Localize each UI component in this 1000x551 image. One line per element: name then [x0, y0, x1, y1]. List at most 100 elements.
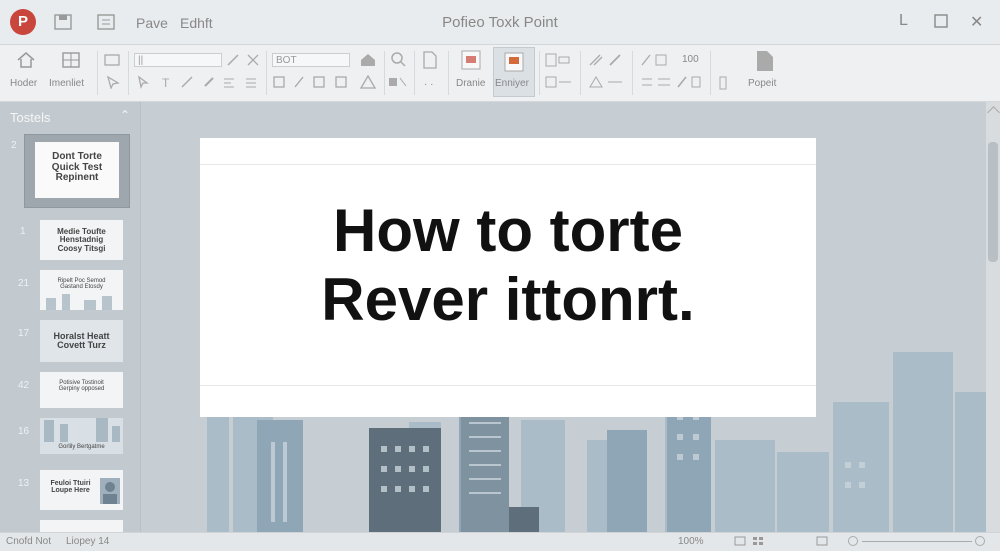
- minimize-button[interactable]: L: [899, 12, 908, 30]
- brush-icon[interactable]: [202, 75, 216, 94]
- underline-icon[interactable]: [312, 75, 326, 94]
- sorter-view-icon[interactable]: [752, 536, 764, 549]
- shapes-icon[interactable]: [545, 75, 573, 94]
- divider: [266, 51, 267, 95]
- chevron-up-icon[interactable]: ⌃: [120, 108, 130, 122]
- arrange-icon[interactable]: [545, 53, 573, 72]
- search-icon[interactable]: [390, 51, 406, 72]
- maximize-button[interactable]: [934, 12, 948, 33]
- thumbnail-text: Feuloi Ttuiri Loupe Here: [50, 480, 91, 495]
- layout-button[interactable]: Enniyer: [493, 47, 535, 97]
- page-icon[interactable]: [423, 51, 437, 74]
- effects-icon[interactable]: [588, 75, 628, 94]
- thumbnail-text: Ripelt Poc Semod Gastand Etosdy: [57, 278, 106, 291]
- grid-icon: [62, 52, 80, 68]
- vertical-scrollbar[interactable]: [986, 102, 1000, 532]
- slide-thumbnail-selected[interactable]: Dont Torte Quick Test Repinent: [24, 134, 130, 208]
- thumbnail-page: Dont Torte Quick Test Repinent: [35, 142, 119, 198]
- slide-info: Liopey 14: [66, 536, 110, 547]
- font-size-select[interactable]: BOT: [272, 53, 350, 67]
- normal-view-icon[interactable]: [734, 536, 746, 549]
- slide-canvas[interactable]: How to torte Rever ittonrt.: [200, 138, 816, 417]
- divider: [710, 51, 711, 95]
- slides-panel: Tostels ⌃ 2 Dont Torte Quick Test Repine…: [0, 102, 141, 532]
- italic-icon[interactable]: [292, 75, 306, 94]
- guide-line: [200, 385, 816, 386]
- slide-thumbnail[interactable]: Medie Toufte Henstadnig Coosy Titsgi: [40, 220, 123, 260]
- new-slide-icon: [461, 50, 481, 70]
- home-label: Hoder: [10, 78, 38, 89]
- spacing-icon[interactable]: [640, 53, 676, 72]
- slide-editor[interactable]: How to torte Rever ittonrt.: [141, 102, 986, 532]
- thumbnail-text: Gorlily Bertgatme: [58, 444, 105, 450]
- list-icon[interactable]: [244, 75, 258, 94]
- paragraph-icon[interactable]: [640, 75, 704, 94]
- guide-line: [200, 164, 816, 165]
- grid-label: Imenliet: [49, 78, 85, 89]
- slide-number: 42: [18, 380, 30, 391]
- align-icon[interactable]: [222, 75, 236, 94]
- house-icon[interactable]: [360, 53, 376, 72]
- layout-icon: [504, 52, 524, 72]
- slide-thumbnail[interactable]: [40, 520, 123, 532]
- fill-icon[interactable]: [388, 75, 408, 94]
- cut-icon[interactable]: [246, 53, 260, 72]
- textbox-icon[interactable]: [104, 53, 120, 71]
- cursor-icon[interactable]: [136, 75, 150, 94]
- thumbnail-text: Dont Torte Quick Test Repinent: [51, 151, 103, 183]
- slide-thumbnail[interactable]: Ripelt Poc Semod Gastand Etosdy: [40, 270, 123, 310]
- new-slide-button[interactable]: [460, 49, 482, 76]
- slot-icon[interactable]: [718, 75, 728, 96]
- zoom-slider[interactable]: [862, 541, 972, 542]
- line-icon[interactable]: [180, 75, 194, 94]
- shadow-icon[interactable]: [334, 75, 348, 94]
- format-icon[interactable]: [588, 53, 628, 72]
- ribbon: Hoder Imenliet || T BOT · · Dranie Enniy…: [0, 45, 1000, 102]
- pointer-icon[interactable]: [106, 75, 120, 94]
- slide-number: 16: [18, 426, 30, 437]
- title-bar: P Pave Edhft Pofieo Toxk Point L ✕: [0, 0, 1000, 45]
- slide-thumbnail[interactable]: Gorlily Bertgatme: [40, 418, 123, 454]
- close-button[interactable]: ✕: [970, 12, 983, 32]
- status-text: Cnofd Not: [6, 536, 52, 547]
- zoom-percent[interactable]: 100%: [678, 536, 704, 547]
- slide-number: 17: [18, 328, 30, 339]
- app-title: Pofieo Toxk Point: [442, 14, 558, 31]
- thumbnail-text: Potisive Tostinoit Gerpiny opposed: [58, 380, 105, 393]
- slide-thumbnail[interactable]: Potisive Tostinoit Gerpiny opposed: [40, 372, 123, 408]
- scrollbar-thumb[interactable]: [988, 142, 998, 262]
- thumbnail-text: Medie Toufte Henstadnig Coosy Titsgi: [57, 227, 106, 253]
- status-bar: Cnofd Not Liopey 14 100%: [0, 532, 1000, 551]
- person-image: [100, 478, 120, 504]
- fit-icon[interactable]: [816, 536, 828, 549]
- slide-title-line-1: How to torte: [333, 197, 683, 264]
- slide-number: 1: [20, 226, 26, 237]
- thumbnail-text: Horalst Heatt Covett Turz: [53, 331, 110, 351]
- home-icon: [17, 52, 35, 68]
- bold-icon[interactable]: [272, 75, 286, 94]
- slide-thumbnail[interactable]: Horalst Heatt Covett Turz: [40, 320, 123, 362]
- home-button[interactable]: [16, 51, 36, 74]
- zoom-in-button[interactable]: [975, 536, 985, 546]
- popeit-button[interactable]: [756, 50, 774, 77]
- font-name-select[interactable]: ||: [134, 53, 222, 67]
- divider: [414, 51, 415, 95]
- svg-text:T: T: [162, 76, 170, 89]
- dots-label: · ·: [424, 79, 434, 90]
- divider: [384, 51, 385, 95]
- panel-title: Tostels: [10, 110, 51, 125]
- slide-title[interactable]: How to torte Rever ittonrt.: [200, 196, 816, 334]
- triangle-icon[interactable]: [359, 74, 377, 94]
- text-icon[interactable]: T: [160, 75, 174, 94]
- scroll-up-icon[interactable]: [987, 106, 1000, 119]
- divider: [580, 51, 581, 95]
- zoom-out-button[interactable]: [848, 536, 858, 546]
- divider: [632, 51, 633, 95]
- slide-title-line-2: Rever ittonrt.: [321, 266, 695, 333]
- slide-thumbnail[interactable]: Feuloi Ttuiri Loupe Here: [40, 470, 123, 510]
- new-slide-label: Dranie: [456, 78, 486, 89]
- pencil-icon[interactable]: [226, 53, 240, 72]
- divider: [448, 51, 449, 95]
- grid-button[interactable]: [61, 51, 81, 74]
- zoom-value[interactable]: 100: [682, 54, 699, 65]
